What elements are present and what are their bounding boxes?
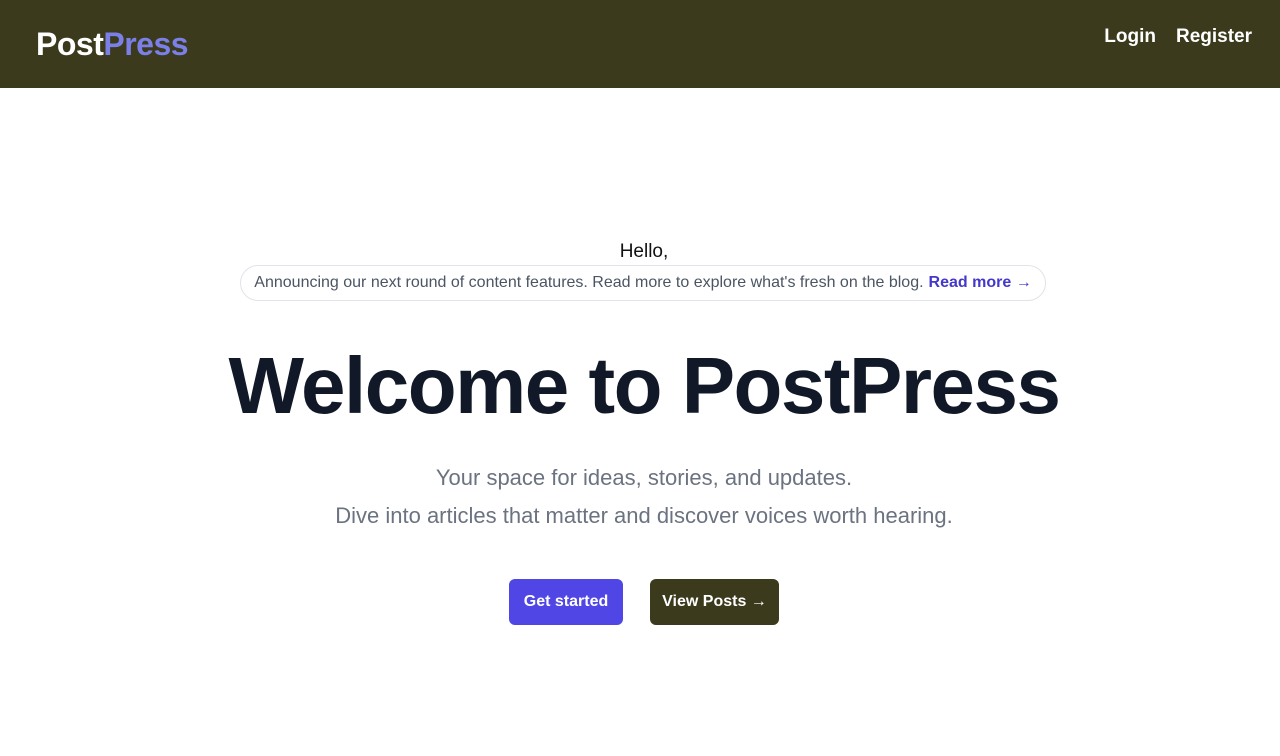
- logo[interactable]: PostPress: [36, 24, 189, 64]
- logo-post-text: Post: [36, 26, 104, 62]
- announcement-text: Announcing our next round of content fea…: [254, 274, 924, 291]
- register-link[interactable]: Register: [1176, 24, 1252, 50]
- read-more-link[interactable]: Read more →: [929, 274, 1032, 292]
- subtitle-line-1: Your space for ideas, stories, and updat…: [435, 465, 853, 490]
- site-header: PostPress Login Register: [0, 0, 1280, 88]
- header-nav: Login Register: [1104, 24, 1252, 50]
- login-link[interactable]: Login: [1104, 24, 1156, 50]
- view-posts-button[interactable]: View Posts →: [650, 579, 779, 625]
- logo-press-text: Press: [103, 26, 189, 62]
- announcement-banner: Announcing our next round of content fea…: [240, 265, 1046, 301]
- get-started-button[interactable]: Get started: [509, 579, 623, 625]
- subtitle-line-2: Dive into articles that matter and disco…: [335, 503, 953, 528]
- page-title: Welcome to PostPress: [228, 341, 1061, 430]
- greeting-text: Hello,: [619, 241, 669, 262]
